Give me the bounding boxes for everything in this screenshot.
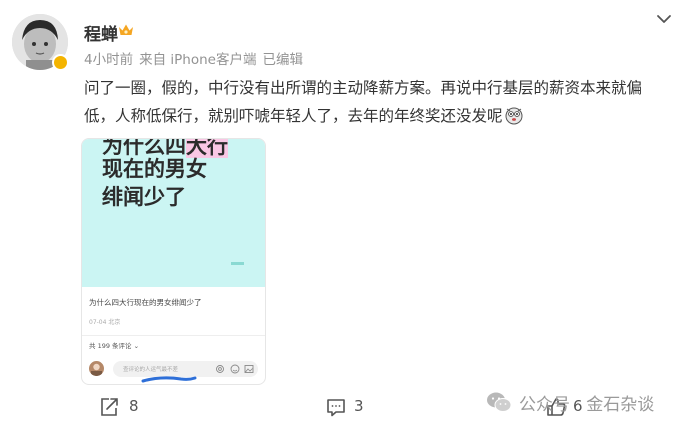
card-cover-line: 绯闻少了 <box>102 185 186 209</box>
card-cover: 为什么四大行 现在的男女 绯闻少了 <box>82 139 265 287</box>
comment-button[interactable]: 3 <box>325 396 370 418</box>
username[interactable]: 程蝉 <box>84 20 118 45</box>
post-text-line: 低，人称低保行，就别吓唬年轻人了，去年的年终奖还没发呢 <box>84 102 684 130</box>
card-avatar <box>89 361 104 376</box>
card-title: 为什么四大行现在的男女绯闻少了 <box>89 298 202 307</box>
comment-count: 3 <box>354 397 364 415</box>
comment-icon <box>327 399 345 417</box>
card-divider <box>82 335 265 336</box>
media-image-card[interactable]: 为什么四大行 现在的男女 绯闻少了 为什么四大行现在的男女绯闻少了 07-04 … <box>81 138 266 385</box>
post-text-segment: 低，人称低保行，就别吓唬年轻人了，去年的年终奖还没发呢 <box>84 107 503 125</box>
at-icon <box>216 365 224 373</box>
verified-badge-icon <box>52 54 69 71</box>
post-meta: 4小时前 来自 iPhone客户端 已编辑 <box>84 48 309 68</box>
card-date: 07-04 北京 <box>89 319 121 326</box>
post-source: 来自 iPhone客户端 <box>139 52 257 68</box>
blue-scribble <box>141 376 197 383</box>
smiley-icon <box>230 364 240 374</box>
repost-icon <box>101 398 118 416</box>
card-comment-count: 共 199 条评论 ⌄ <box>89 342 140 350</box>
post-text-line: 问了一圈，假的，中行没有出所谓的主动降薪方案。再说中行基层的薪资本来就偏 <box>84 79 643 97</box>
post-time[interactable]: 4小时前 <box>84 52 133 68</box>
post-text: 问了一圈，假的，中行没有出所谓的主动降薪方案。再说中行基层的薪资本来就偏 低，人… <box>84 74 684 130</box>
watermark-text: 公众号 · 金石杂谈 <box>519 395 655 415</box>
card-cover-dash <box>231 262 244 265</box>
card-comment-placeholder: 查评论的人运气最不差 <box>123 367 179 373</box>
wechat-watermark: 公众号 · 金石杂谈 <box>486 388 686 416</box>
edited-label[interactable]: 已编辑 <box>262 52 303 68</box>
card-cover-line: 现在的男女 <box>102 157 207 181</box>
image-icon <box>244 365 254 373</box>
wechat-logo-icon <box>487 392 512 412</box>
more-chevron-icon[interactable] <box>656 13 672 25</box>
emoji-icon <box>505 107 523 125</box>
crown-icon <box>119 24 133 35</box>
repost-button[interactable]: 8 <box>98 396 143 418</box>
repost-count: 8 <box>129 397 139 415</box>
